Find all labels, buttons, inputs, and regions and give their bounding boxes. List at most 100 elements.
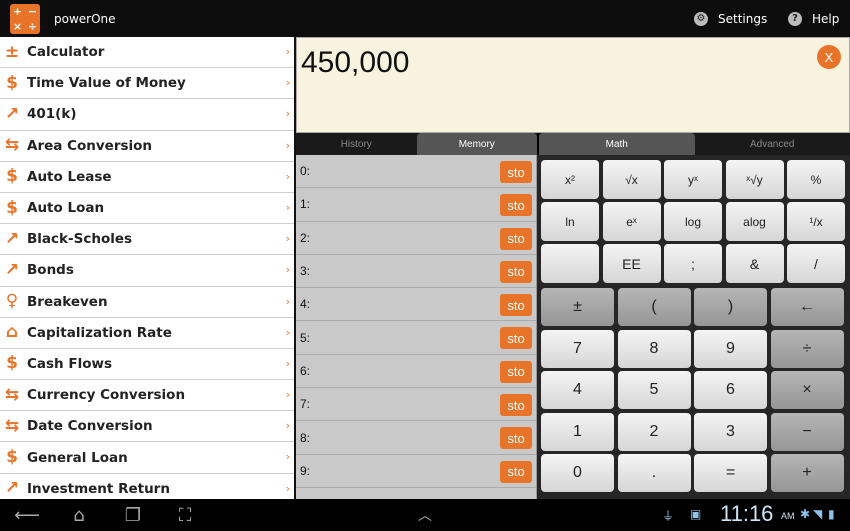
memory-slot-3[interactable]: 3: sto <box>296 255 536 289</box>
tab-advanced[interactable]: Advanced <box>695 133 850 155</box>
key-sqrt[interactable]: √x <box>602 160 661 199</box>
key-multiply[interactable]: × <box>770 371 844 409</box>
key-backspace[interactable]: ← <box>770 288 844 326</box>
home-icon[interactable]: ⌂ <box>62 499 96 531</box>
store-button[interactable]: sto <box>500 394 532 417</box>
settings-button[interactable]: ⚙ Settings <box>694 0 767 37</box>
sidebar-item-breakeven[interactable]: ♀ Breakeven › <box>0 286 294 318</box>
chevron-right-icon: › <box>285 232 290 246</box>
key-percent[interactable]: % <box>787 160 845 199</box>
key-ln[interactable]: ln <box>541 202 599 241</box>
sidebar-item-auto-lease[interactable]: $ Auto Lease › <box>0 161 294 193</box>
chevron-right-icon: › <box>285 263 290 277</box>
sidebar-item-bonds[interactable]: ↗ Bonds › <box>0 255 294 287</box>
chevron-up-icon[interactable]: ︿ <box>408 499 442 531</box>
key-power[interactable]: yˣ <box>664 160 722 199</box>
memory-slot-5[interactable]: 5: sto <box>296 321 536 355</box>
store-button[interactable]: sto <box>500 327 532 350</box>
key-reciprocal[interactable]: ¹/x <box>787 202 845 241</box>
sidebar-item-capitalization-rate[interactable]: ⌂ Capitalization Rate › <box>0 317 294 349</box>
memory-slot-0[interactable]: 0: sto <box>296 155 536 189</box>
keypad-tab-bar: Math Advanced <box>539 133 850 155</box>
key-blank[interactable] <box>541 244 599 283</box>
chevron-right-icon: › <box>285 356 290 370</box>
key-plus[interactable]: + <box>770 454 844 492</box>
clear-button[interactable]: X <box>817 45 841 69</box>
store-button[interactable]: sto <box>500 194 532 217</box>
sidebar-item-401-k[interactable]: ↗ 401(k) › <box>0 99 294 131</box>
sidebar-item-label: Time Value of Money <box>27 75 186 92</box>
key-log[interactable]: log <box>664 202 722 241</box>
key-equals[interactable]: = <box>694 454 767 492</box>
store-button[interactable]: sto <box>500 460 532 483</box>
sidebar-item-auto-loan[interactable]: $ Auto Loan › <box>0 192 294 225</box>
dollar-icon: $ <box>6 353 18 374</box>
sidebar-item-area-conversion[interactable]: ⇆ Area Conversion › <box>0 130 294 162</box>
store-button[interactable]: sto <box>500 161 532 183</box>
sidebar-item-label: Area Conversion <box>27 137 153 154</box>
help-button[interactable]: ? Help <box>788 0 839 37</box>
key-semicolon[interactable]: ; <box>664 244 722 283</box>
key-7[interactable]: 7 <box>541 329 614 368</box>
sidebar-item-calculator[interactable]: ± Calculator › <box>0 37 294 69</box>
chart-trend-icon: ↗ <box>4 478 20 499</box>
key-open-paren[interactable]: ( <box>617 288 691 326</box>
memory-slot-8[interactable]: 8: sto <box>296 421 536 455</box>
key-decimal[interactable]: . <box>617 454 691 492</box>
key-4[interactable]: 4 <box>541 371 614 409</box>
key-ampersand[interactable]: & <box>725 244 784 283</box>
memory-slot-4[interactable]: 4: sto <box>296 288 536 322</box>
key-1[interactable]: 1 <box>541 412 614 451</box>
key-exp[interactable]: eˣ <box>602 202 661 241</box>
clock-ampm: AM <box>781 511 795 521</box>
memory-tab-bar: History Memory <box>296 133 537 155</box>
key-6[interactable]: 6 <box>694 371 767 409</box>
chevron-right-icon: › <box>285 294 290 308</box>
memory-slot-1[interactable]: 1: sto <box>296 188 536 222</box>
screenshot-icon[interactable]: ⛶ <box>168 499 202 531</box>
chevron-right-icon: › <box>285 325 290 339</box>
store-button[interactable]: sto <box>500 227 532 250</box>
memory-slot-7[interactable]: 7: sto <box>296 388 536 422</box>
store-button[interactable]: sto <box>500 294 532 317</box>
tab-history[interactable]: History <box>296 133 417 155</box>
key-root[interactable]: ˣ√y <box>725 160 784 199</box>
key-3[interactable]: 3 <box>694 412 767 451</box>
chevron-right-icon: › <box>285 107 290 121</box>
key-alog[interactable]: alog <box>725 202 784 241</box>
sidebar-item-date-conversion[interactable]: ⇆ Date Conversion › <box>0 411 294 443</box>
calculator-icon: ± <box>4 41 20 62</box>
back-icon[interactable]: ⟵ <box>10 499 44 531</box>
memory-slot-2[interactable]: 2: sto <box>296 222 536 255</box>
app-logo-icon[interactable]: + − × ÷ <box>10 3 40 34</box>
key-close-paren[interactable]: ) <box>694 288 767 326</box>
sidebar-item-black-scholes[interactable]: ↗ Black-Scholes › <box>0 224 294 256</box>
sidebar-item-time-value-of-money[interactable]: $ Time Value of Money › <box>0 68 294 100</box>
key-2[interactable]: 2 <box>617 412 691 451</box>
memory-slot-6[interactable]: 6: sto <box>296 355 536 389</box>
store-button[interactable]: sto <box>500 360 532 383</box>
recent-apps-icon[interactable]: ❐ <box>116 499 150 531</box>
key-divide[interactable]: ÷ <box>770 329 844 368</box>
key-ee[interactable]: EE <box>602 244 661 283</box>
tab-math[interactable]: Math <box>539 133 695 155</box>
key-minus[interactable]: − <box>770 412 844 451</box>
sidebar-item-investment-return[interactable]: ↗ Investment Return › <box>0 473 294 499</box>
usb-icon: ⏚ <box>662 509 675 523</box>
key-square[interactable]: x² <box>541 160 599 199</box>
key-8[interactable]: 8 <box>617 329 691 368</box>
store-button[interactable]: sto <box>500 427 532 450</box>
key-5[interactable]: 5 <box>617 371 691 409</box>
sidebar-item-currency-conversion[interactable]: ⇆ Currency Conversion › <box>0 380 294 412</box>
sidebar-item-cash-flows[interactable]: $ Cash Flows › <box>0 348 294 381</box>
sidebar-item-general-loan[interactable]: $ General Loan › <box>0 442 294 474</box>
memory-slot-label: 4: <box>300 297 311 312</box>
key-0[interactable]: 0 <box>541 454 614 492</box>
memory-slot-9[interactable]: 9: sto <box>296 455 536 488</box>
sidebar-item-label: Auto Lease <box>27 168 112 185</box>
key-plus-minus[interactable]: ± <box>541 288 614 326</box>
store-button[interactable]: sto <box>500 260 532 283</box>
tab-memory[interactable]: Memory <box>416 133 537 155</box>
key-9[interactable]: 9 <box>694 329 767 368</box>
key-slash[interactable]: / <box>787 244 845 283</box>
